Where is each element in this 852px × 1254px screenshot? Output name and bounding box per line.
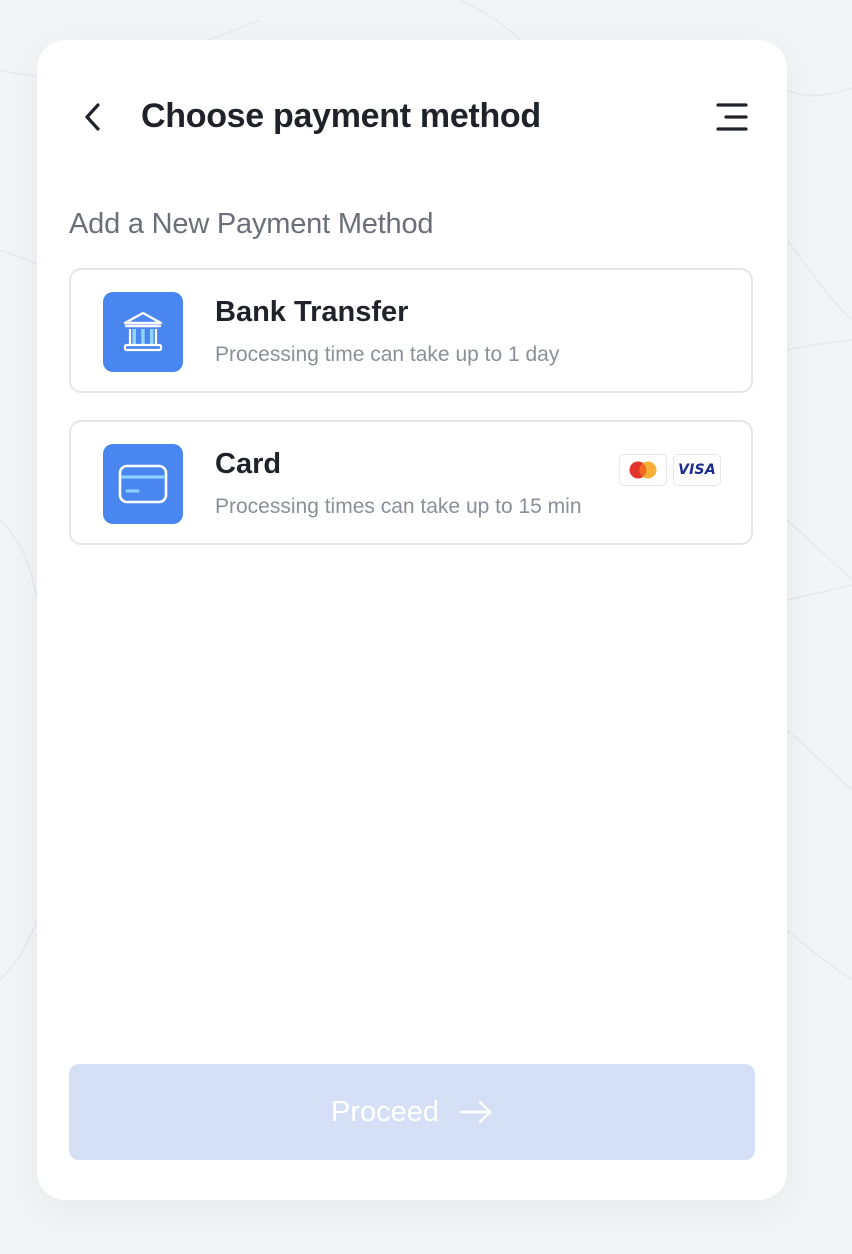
bank-icon-tile xyxy=(103,292,183,372)
mastercard-badge xyxy=(619,454,667,486)
menu-button[interactable] xyxy=(713,98,751,136)
visa-logo: VISA xyxy=(678,462,716,478)
menu-icon xyxy=(716,103,748,131)
back-button[interactable] xyxy=(75,96,111,138)
arrow-right-icon xyxy=(459,1100,492,1124)
page-title: Choose payment method xyxy=(141,97,541,135)
card-brand-badges: VISA xyxy=(619,454,721,486)
visa-badge: VISA xyxy=(673,454,721,486)
proceed-button[interactable]: Proceed xyxy=(69,1064,755,1160)
option-subtitle: Processing time can take up to 1 day xyxy=(215,343,560,366)
bank-icon xyxy=(123,311,163,352)
section-label: Add a New Payment Method xyxy=(69,208,434,240)
credit-card-icon xyxy=(118,464,168,504)
card-icon-tile xyxy=(103,444,183,524)
option-title: Bank Transfer xyxy=(215,296,409,328)
proceed-button-label: Proceed xyxy=(330,1096,439,1128)
mastercard-icon xyxy=(629,461,657,479)
header: Choose payment method xyxy=(37,40,787,192)
option-subtitle: Processing times can take up to 15 min xyxy=(215,495,582,518)
payment-option-card[interactable]: Card Processing times can take up to 15 … xyxy=(69,420,753,545)
payment-option-bank-transfer[interactable]: Bank Transfer Processing time can take u… xyxy=(69,268,753,393)
option-title: Card xyxy=(215,448,282,480)
payment-method-panel: Choose payment method Add a New Payment … xyxy=(37,40,787,1200)
chevron-left-icon xyxy=(85,103,100,131)
